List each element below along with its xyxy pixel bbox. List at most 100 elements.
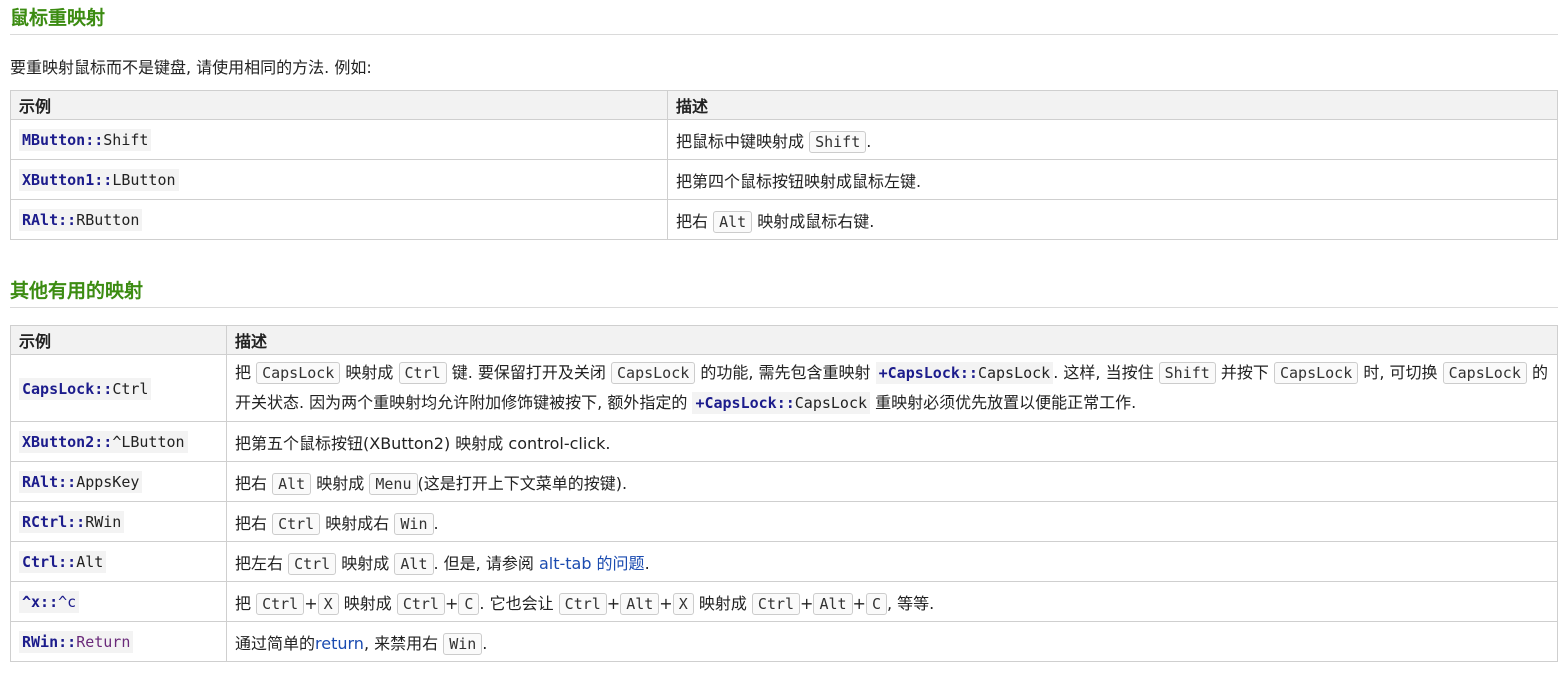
- desc-text: , 来禁用右: [363, 633, 444, 653]
- header-description: 描述: [226, 325, 1558, 355]
- desc-text: 时, 可切换: [1358, 363, 1443, 382]
- desc-text: 键. 要保留打开及关闭: [446, 363, 612, 382]
- table-row: MButton::Shift 把鼠标中键映射成 Shift.: [10, 119, 1558, 160]
- key-ctrl: Ctrl: [288, 552, 337, 575]
- plus-sign: +: [304, 593, 318, 613]
- description-cell: 把 CapsLock 映射成 Ctrl 键. 要保留打开及关闭 CapsLock…: [226, 354, 1558, 422]
- code-example: XButton1::LButton: [19, 169, 179, 191]
- code-keyword: +CapsLock::: [695, 394, 795, 412]
- code-example: MButton::Shift: [19, 129, 152, 151]
- code-example: RAlt::AppsKey: [19, 471, 143, 493]
- alt-tab-issues-link[interactable]: alt-tab 的问题: [539, 554, 645, 573]
- code-inline: +CapsLock::CapsLock: [692, 392, 871, 414]
- key-ctrl: Ctrl: [398, 362, 447, 384]
- key-ctrl: Ctrl: [751, 592, 801, 615]
- header-example: 示例: [10, 325, 227, 355]
- plus-sign: +: [444, 593, 459, 613]
- code-target: ^c: [58, 593, 77, 611]
- section-title-other-remaps: 其他有用的映射: [10, 278, 1558, 308]
- example-cell: Ctrl::Alt: [10, 541, 227, 582]
- code-keyword: CapsLock::: [22, 379, 113, 398]
- description-cell: 把 Ctrl + X 映射成 Ctrl + C. 它也会让 Ctrl + Alt + X 映射成…: [226, 581, 1558, 622]
- code-keyword: XButton1::: [22, 171, 113, 189]
- example-cell: RCtrl::RWin: [10, 501, 227, 542]
- table-row: RCtrl::RWin 把右 Ctrl 映射成右 Win.: [10, 501, 1558, 542]
- description-cell: 把左右 Ctrl 映射成 Alt. 但是, 请参阅 alt-tab 的问题.: [226, 541, 1558, 582]
- code-target: Ctrl: [112, 379, 149, 398]
- table-row: RAlt::AppsKey 把右 Alt 映射成 Menu (这是打开上下文菜单的…: [10, 461, 1558, 502]
- key-alt: Alt: [394, 552, 434, 575]
- return-link[interactable]: return: [315, 634, 364, 653]
- code-example: RCtrl::RWin: [19, 511, 125, 533]
- code-example: RWin::Return: [19, 631, 134, 653]
- description-cell: 把第五个鼠标按钮(XButton2) 映射成 control-click.: [226, 421, 1558, 462]
- desc-text: 的功能, 需先包含重映射: [695, 363, 876, 382]
- desc-text: 把第五个鼠标按钮(XButton2) 映射成 control-click.: [235, 433, 611, 453]
- key-ctrl: Ctrl: [272, 512, 321, 535]
- table-header-row: 示例 描述: [10, 325, 1558, 355]
- example-cell: ^x::^c: [10, 581, 227, 622]
- table-row: RAlt::RButton 把右 Alt 映射成鼠标右键.: [10, 199, 1558, 240]
- desc-text: 重映射必须优先放置以便能正常工作.: [870, 393, 1137, 412]
- desc-text: 把鼠标中键映射成: [676, 131, 810, 151]
- key-ctrl: Ctrl: [256, 592, 305, 615]
- key-ctrl: Ctrl: [558, 592, 607, 615]
- desc-text: (这是打开上下文菜单的按键).: [417, 473, 628, 493]
- code-example: CapsLock::Ctrl: [19, 377, 152, 400]
- code-keyword: ^x::: [22, 593, 59, 611]
- key-capslock: CapsLock: [1274, 362, 1359, 384]
- desc-text: 把: [235, 593, 257, 613]
- key-capslock: CapsLock: [611, 362, 696, 384]
- plus-sign: +: [606, 593, 621, 613]
- key-win: Win: [443, 632, 483, 655]
- desc-text: 把第四个鼠标按钮映射成鼠标左键.: [676, 171, 922, 191]
- desc-text: 把右: [676, 211, 714, 231]
- desc-text: 映射成鼠标右键.: [752, 211, 875, 231]
- key-alt: Alt: [813, 592, 853, 615]
- plus-sign: +: [659, 593, 673, 613]
- code-keyword: RAlt::: [22, 211, 77, 229]
- header-description: 描述: [667, 90, 1558, 120]
- desc-text: 映射成: [340, 363, 399, 382]
- key-menu: Menu: [369, 472, 418, 495]
- code-target: AppsKey: [76, 473, 140, 491]
- code-target: RButton: [76, 211, 140, 229]
- table-header-row: 示例 描述: [10, 90, 1558, 120]
- plus-sign: +: [852, 593, 866, 613]
- example-cell: CapsLock::Ctrl: [10, 354, 227, 422]
- code-example: XButton2::^LButton: [19, 431, 188, 453]
- desc-text: .: [644, 553, 650, 573]
- description-cell: 把第四个鼠标按钮映射成鼠标左键.: [667, 159, 1558, 200]
- key-capslock: CapsLock: [256, 362, 341, 384]
- desc-text: 映射成: [338, 593, 397, 613]
- code-keyword: XButton2::: [22, 433, 113, 451]
- code-target: LButton: [112, 171, 176, 189]
- code-target: CapsLock: [977, 364, 1051, 382]
- code-keyword: Ctrl::: [22, 553, 77, 571]
- desc-text: 把左右: [235, 553, 289, 573]
- key-capslock: CapsLock: [1442, 362, 1527, 384]
- code-inline: +CapsLock::CapsLock: [875, 362, 1054, 384]
- description-cell: 把右 Ctrl 映射成右 Win.: [226, 501, 1558, 542]
- code-example: ^x::^c: [19, 591, 80, 613]
- table-row: CapsLock::Ctrl 把 CapsLock 映射成 Ctrl 键. 要保…: [10, 354, 1558, 422]
- code-example: RAlt::RButton: [19, 209, 143, 231]
- mouse-remap-table: 示例 描述 MButton::Shift 把鼠标中键映射成 Shift. XBu…: [10, 90, 1558, 240]
- example-cell: XButton1::LButton: [10, 159, 668, 200]
- example-cell: RAlt::RButton: [10, 199, 668, 240]
- example-cell: RWin::Return: [10, 621, 227, 662]
- desc-text: 映射成: [693, 593, 752, 613]
- header-example: 示例: [10, 90, 668, 120]
- description-cell: 把右 Alt 映射成 Menu (这是打开上下文菜单的按键).: [226, 461, 1558, 502]
- table-row: ^x::^c 把 Ctrl + X 映射成 Ctrl + C. 它也会让 Ctrl + Al…: [10, 581, 1558, 622]
- other-remaps-table: 示例 描述 CapsLock::Ctrl 把 CapsLock 映射成 Ctrl…: [10, 325, 1558, 662]
- key-ctrl: Ctrl: [396, 592, 445, 615]
- description-cell: 把右 Alt 映射成鼠标右键.: [667, 199, 1558, 240]
- table-row: Ctrl::Alt 把左右 Ctrl 映射成 Alt. 但是, 请参阅 alt-…: [10, 541, 1558, 582]
- desc-text: 映射成: [336, 553, 395, 573]
- code-keyword: RCtrl::: [22, 513, 86, 531]
- desc-text: . 它也会让: [479, 593, 559, 613]
- key-x: X: [672, 592, 694, 615]
- key-win: Win: [394, 512, 434, 535]
- desc-text: , 等等.: [886, 593, 935, 613]
